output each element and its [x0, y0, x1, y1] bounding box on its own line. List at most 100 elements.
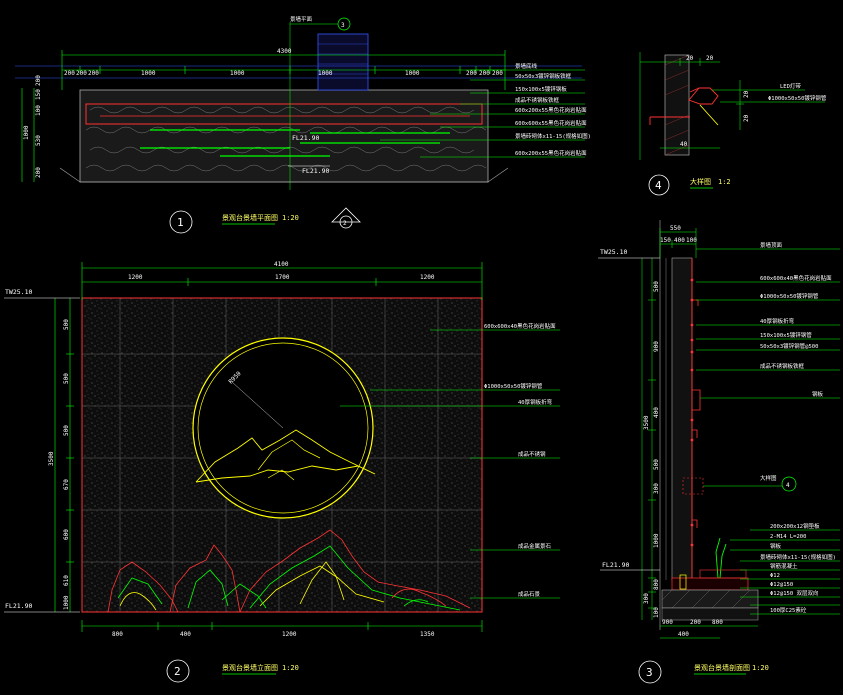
detail-dim-right-1: 20: [743, 90, 750, 98]
section-note-9: 大样图: [760, 474, 777, 482]
plan-top-dim-chain: [61, 50, 506, 90]
elevation-note-2: Φ1000x50x50镀锌钢管: [484, 382, 543, 390]
section-bottom-dims: [660, 625, 758, 639]
elevation-note-4: 成品不锈钢: [518, 450, 546, 458]
elevation-dim-left-2: 500: [63, 373, 70, 384]
plan-dim-top-9: 200: [479, 70, 490, 77]
section-note-15: Φ12: [770, 573, 780, 579]
section-top-dim-4: 100: [686, 237, 697, 244]
section-note-16: Φ12@150: [770, 582, 793, 588]
detail-wall: [664, 54, 690, 156]
section-note-10: 200x200x12钢垫板: [770, 522, 820, 530]
detail-note-frame: Φ1000x50x50镀锌钢管: [768, 94, 827, 102]
detail-dim-bottom: 40: [680, 141, 688, 148]
section-planter: [699, 569, 747, 579]
section-dim-left-8: 300: [643, 593, 650, 604]
elevation-dim-left-6: 610: [63, 575, 70, 586]
plan-top-ref-number: 3: [341, 22, 345, 29]
elevation-dim-left-5: 600: [63, 529, 70, 540]
elevation-level-top: TW25.10: [5, 288, 32, 296]
detail-view: 20 20 20 20 40 LED灯带 Φ1000x50x50镀锌钢管 4 大…: [639, 52, 827, 196]
section-wall-core: [671, 257, 693, 581]
section-footing: [661, 589, 759, 609]
detail-dim-top-2: 20: [706, 55, 714, 62]
plan-dim-top-4: 1000: [141, 70, 156, 77]
section-note-14: 钢筋混凝土: [770, 562, 798, 570]
section-note-8: 钢板: [812, 390, 824, 398]
plan-note-7: 景墙砖砌体x11-15(规格如图): [515, 132, 591, 140]
elevation-total-height: 3500: [48, 451, 55, 466]
plan-dim-left-total: 1000: [23, 125, 30, 140]
section-dim-left-7: 800: [653, 579, 660, 590]
plan-dim-top-3: 200: [88, 70, 99, 77]
section-note-1: 景墙顶面: [760, 241, 783, 249]
detail-title-scale: 1:2: [718, 178, 731, 186]
elevation-view: R950 4100 1200 1700 1200 500 500 500 670…: [4, 261, 560, 683]
section-dim-left-3: 400: [653, 407, 660, 418]
elevation-title: 景观台景墙立面图: [222, 663, 278, 672]
elevation-dim-left-4: 670: [63, 479, 70, 490]
elevation-dim-bottom-3: 1200: [282, 631, 297, 638]
plan-dim-top-7: 1000: [405, 70, 420, 77]
section-note-7: 成品不锈钢板铁框: [760, 362, 805, 370]
plan-title-number: 1: [177, 216, 184, 229]
detail-title-number: 4: [655, 179, 662, 192]
elevation-note-6: 成品石景: [518, 590, 541, 598]
plan-top-ref-label: 景墙平面: [290, 15, 313, 23]
elevation-dim-bottom-2: 400: [180, 631, 191, 638]
section-note-5: 150x100x5镀锌钢管: [760, 331, 812, 339]
plan-column: [317, 33, 369, 91]
section-subbase: [661, 607, 759, 621]
elevation-note-5: 成品金属景石: [518, 542, 552, 550]
elevation-note-1: 600x600x40黑色花岗岩贴面: [484, 322, 556, 330]
section-note-13: 景墙砖砌体x11-15(规格如图): [760, 553, 836, 561]
detail-dim-top-1: 20: [686, 55, 694, 62]
plan-dim-left-4: 200: [35, 167, 42, 178]
plan-note-1: 景墙底线: [515, 62, 538, 70]
section-arrow-number: 2: [343, 220, 347, 227]
elevation-dim-top-2: 1700: [275, 274, 290, 281]
elevation-overall-width: 4100: [274, 261, 289, 268]
section-note-12: 钢板: [770, 542, 782, 550]
section-note-6: 50x50x3镀锌钢管@500: [760, 342, 818, 350]
section-dim-left-5: 300: [653, 483, 660, 494]
section-note-17: Φ12@150 双层双向: [770, 589, 819, 597]
elevation-title-scale: 1:20: [282, 664, 299, 672]
plan-dim-left-1: 150: [35, 89, 42, 100]
section-dim-left-2: 900: [653, 341, 660, 352]
section-title-number: 3: [646, 666, 653, 679]
elevation-dim-left-1: 500: [63, 319, 70, 330]
section-note-11: 2-M14 L=200: [770, 534, 806, 540]
section-note-2: 600x600x40黑色花岗岩贴面: [760, 274, 832, 282]
detail-dim-right-2: 20: [743, 114, 750, 122]
section-note-18: 100厚C25素砼: [770, 606, 807, 614]
section-view: 4 550 150 400 100 500 900 400 500 3500 3…: [598, 220, 840, 684]
detail-note-led: LED灯带: [780, 82, 801, 90]
elevation-dim-bottom-1: 800: [112, 631, 123, 638]
section-top-dim-1: 550: [670, 225, 681, 232]
section-level-top: TW25.10: [600, 248, 627, 256]
plan-overall-width: 4300: [277, 48, 292, 55]
plan-dim-top-1: 200: [64, 70, 75, 77]
plan-dim-top-10: 200: [492, 70, 503, 77]
section-detail-callout: 4: [786, 482, 790, 489]
plan-note-3: 150x100x5镀锌钢板: [515, 85, 567, 93]
plan-note-6: 600x600x55黑色花岗岩贴面: [515, 119, 587, 127]
plan-note-5: 600x200x55黑色花岗岩贴面: [515, 106, 587, 114]
section-level-bottom: FL21.90: [602, 561, 629, 569]
plan-title-scale: 1:20: [282, 214, 299, 222]
section-dim-bottom-total: 400: [678, 631, 689, 638]
elevation-note-3: 40厚钢板折弯: [518, 398, 553, 406]
plan-view: 4300 200 200 200 1000 1000 1000 1000 200…: [15, 15, 591, 234]
plan-dim-top-2: 200: [76, 70, 87, 77]
section-top-dim-3: 400: [674, 237, 685, 244]
plan-title: 景观台景墙平面图: [222, 213, 278, 222]
section-top-dim-2: 150: [660, 237, 671, 244]
elevation-title-number: 2: [174, 665, 181, 678]
elevation-dim-top-3: 1200: [420, 274, 435, 281]
elevation-dim-left-3: 500: [63, 425, 70, 436]
section-dim-left-9: 100: [653, 607, 660, 618]
section-title: 景观台景墙剖面图: [694, 663, 750, 672]
detail-title: 大样图: [690, 177, 711, 186]
section-title-scale: 1:20: [752, 664, 769, 672]
